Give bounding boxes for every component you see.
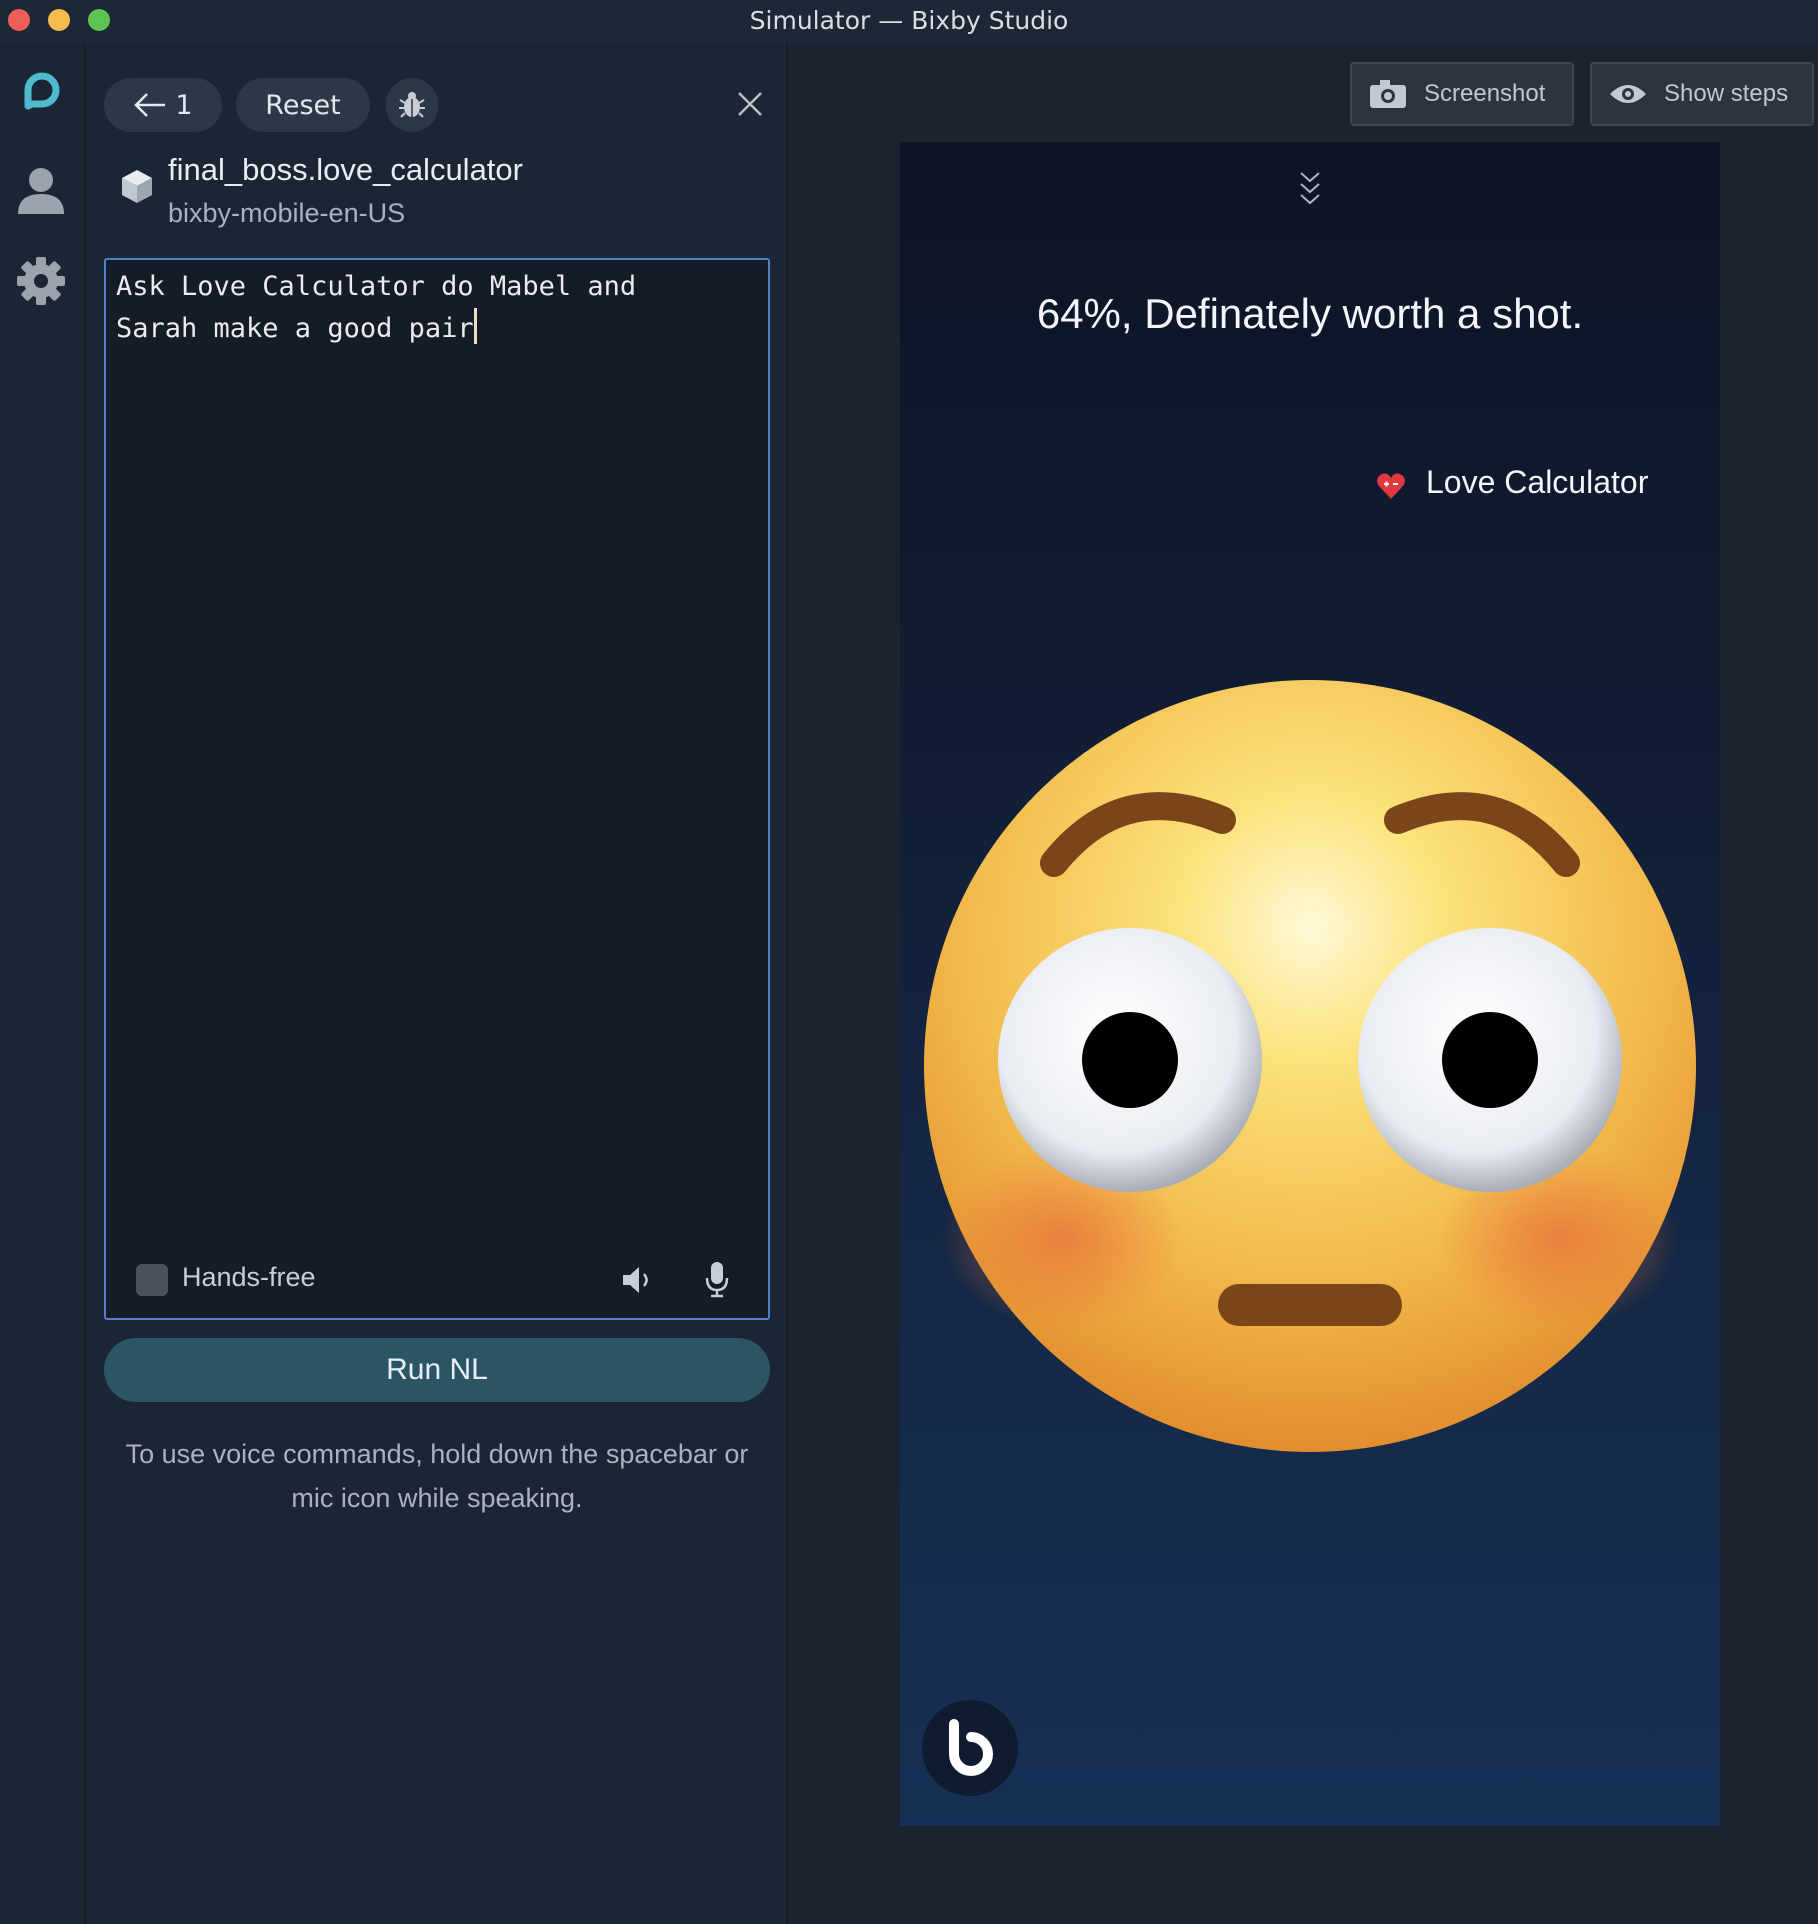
bug-icon xyxy=(399,92,425,118)
love-calculator-heart-icon xyxy=(1377,473,1405,499)
back-count: 1 xyxy=(175,89,193,121)
capsule-cube-icon xyxy=(122,170,152,203)
screenshot-button[interactable]: Screenshot xyxy=(1350,62,1574,126)
run-nl-button[interactable]: Run NL xyxy=(104,1338,770,1402)
simulator-area: Screenshot Show steps 64%, Definately wo… xyxy=(790,44,1818,1924)
icon-rail xyxy=(0,44,86,1924)
show-steps-label: Show steps xyxy=(1664,80,1789,107)
arrow-left-icon xyxy=(134,93,166,117)
bixby-logo-icon[interactable] xyxy=(14,66,68,120)
answer-text: 64%, Definately worth a shot. xyxy=(1036,290,1584,337)
bixby-button[interactable] xyxy=(922,1700,1018,1796)
device-screen: 64%, Definately worth a shot. Love Calcu… xyxy=(900,142,1720,1826)
query-panel: 1 Reset final_boss.love_calculator bixby… xyxy=(88,44,788,1924)
show-steps-button[interactable]: Show steps xyxy=(1590,62,1814,126)
reset-button[interactable]: Reset xyxy=(236,78,370,132)
close-icon[interactable] xyxy=(734,88,766,120)
title-bar: Simulator — Bixby Studio xyxy=(0,0,1818,44)
text-caret xyxy=(473,308,477,344)
voice-hint: To use voice commands, hold down the spa… xyxy=(125,1439,749,1513)
speaker-icon[interactable] xyxy=(620,1264,654,1296)
gear-icon[interactable] xyxy=(14,254,68,308)
utterance-text[interactable]: Ask Love Calculator do Mabel and Sarah m… xyxy=(116,266,756,350)
screenshot-label: Screenshot xyxy=(1424,80,1546,107)
flushed-face-emoji-icon xyxy=(924,680,1696,1452)
back-button[interactable]: 1 xyxy=(104,78,222,132)
user-icon[interactable] xyxy=(14,164,68,218)
handsfree-label: Hands-free xyxy=(182,1262,316,1292)
eye-icon xyxy=(1610,85,1646,103)
camera-icon xyxy=(1370,80,1406,108)
handsfree-checkbox[interactable] xyxy=(136,1264,168,1296)
capsule-name: final_boss.love_calculator xyxy=(168,152,523,187)
capsule-target: bixby-mobile-en-US xyxy=(168,198,406,228)
microphone-icon[interactable] xyxy=(704,1260,730,1298)
app-name: Love Calculator xyxy=(1426,464,1649,500)
collapse-chevron-icon[interactable] xyxy=(1298,170,1322,206)
debug-button[interactable] xyxy=(386,78,438,132)
window-title: Simulator — Bixby Studio xyxy=(749,6,1069,35)
utterance-input[interactable]: Ask Love Calculator do Mabel and Sarah m… xyxy=(104,258,770,1320)
bixby-b-icon xyxy=(949,1719,993,1776)
